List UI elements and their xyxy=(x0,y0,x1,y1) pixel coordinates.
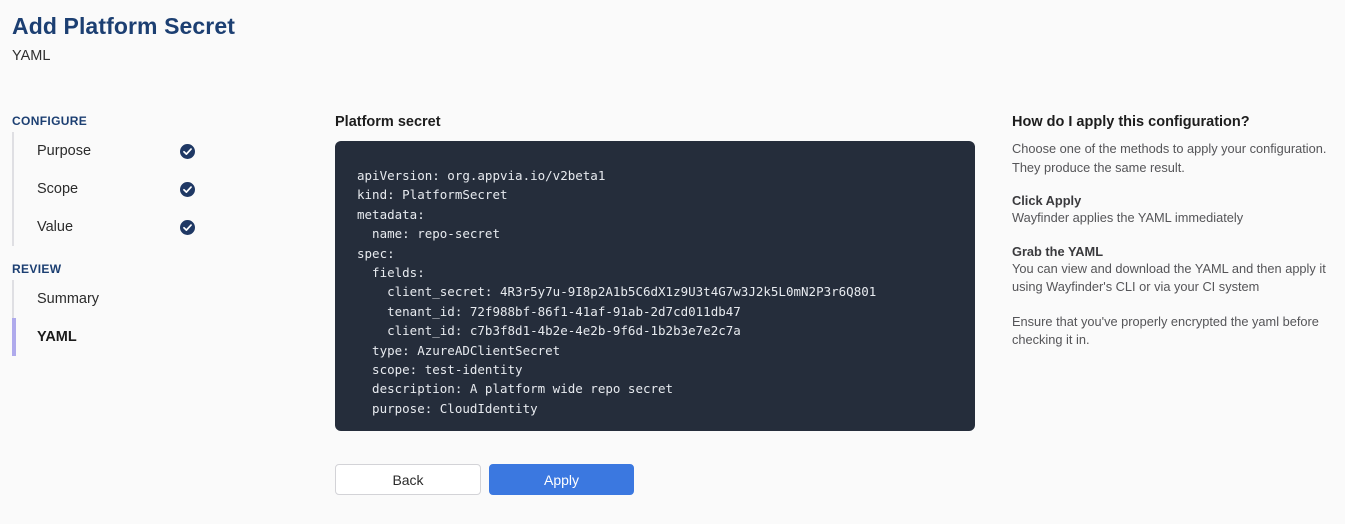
help-footer-text: Ensure that you've properly encrypted th… xyxy=(1012,313,1319,348)
yaml-code-text: apiVersion: org.appvia.io/v2beta1 kind: … xyxy=(357,168,877,416)
help-intro-text: Choose one of the methods to apply your … xyxy=(1012,141,1327,175)
platform-secret-label: Platform secret xyxy=(335,114,441,130)
main-content: Platform secret apiVersion: org.appvia.i… xyxy=(335,114,975,495)
yaml-code-block: apiVersion: org.appvia.io/v2beta1 kind: … xyxy=(335,141,975,431)
sidebar-item-purpose[interactable]: Purpose xyxy=(12,132,312,170)
sidebar-item-label: YAML xyxy=(37,329,77,345)
page-header: Add Platform Secret YAML xyxy=(12,12,712,66)
sidebar-item-label: Scope xyxy=(37,181,79,197)
sidebar-section-review: REVIEW Summary YAML xyxy=(12,262,312,356)
add-platform-secret-page: Add Platform Secret YAML CONFIGURE Purpo… xyxy=(0,0,1345,524)
sidebar-item-label: Summary xyxy=(37,291,100,307)
sidebar-items-review: Summary YAML xyxy=(12,280,312,356)
sidebar-item-label: Purpose xyxy=(37,143,92,159)
apply-button[interactable]: Apply xyxy=(489,464,634,495)
sidebar-section-configure: CONFIGURE Purpose Scope Value xyxy=(12,114,312,246)
wizard-sidebar: CONFIGURE Purpose Scope Value REVIEW Sum… xyxy=(12,114,312,372)
action-bar: Back Apply xyxy=(335,464,975,495)
page-title: Add Platform Secret xyxy=(12,13,236,39)
sidebar-section-title-review: REVIEW xyxy=(12,262,62,276)
sidebar-items-configure: Purpose Scope Value xyxy=(12,132,312,246)
check-circle-icon xyxy=(180,181,195,197)
check-circle-icon xyxy=(180,143,195,159)
sidebar-section-title-configure: CONFIGURE xyxy=(12,114,88,128)
sidebar-item-summary[interactable]: Summary xyxy=(12,280,312,318)
help-panel: How do I apply this configuration? Choos… xyxy=(1012,114,1337,366)
check-circle-icon xyxy=(180,219,195,235)
sidebar-item-scope[interactable]: Scope xyxy=(12,170,312,208)
sidebar-item-value[interactable]: Value xyxy=(12,208,312,246)
sidebar-item-yaml[interactable]: YAML xyxy=(12,318,312,356)
help-panel-title: How do I apply this configuration? xyxy=(1012,114,1250,130)
page-subtitle: YAML xyxy=(12,48,51,64)
back-button[interactable]: Back xyxy=(335,464,481,495)
help-block-grab-the-yaml: Grab the YAML You can view and download … xyxy=(1012,244,1337,297)
help-block-heading: Click Apply xyxy=(1012,193,1082,208)
help-block-heading: Grab the YAML xyxy=(1012,243,1104,259)
help-block-body: You can view and download the YAML and t… xyxy=(1012,260,1326,295)
help-block-click-apply: Click Apply Wayfinder applies the YAML i… xyxy=(1012,193,1337,228)
help-block-body: Wayfinder applies the YAML immediately xyxy=(1012,210,1244,225)
sidebar-item-label: Value xyxy=(37,219,74,235)
